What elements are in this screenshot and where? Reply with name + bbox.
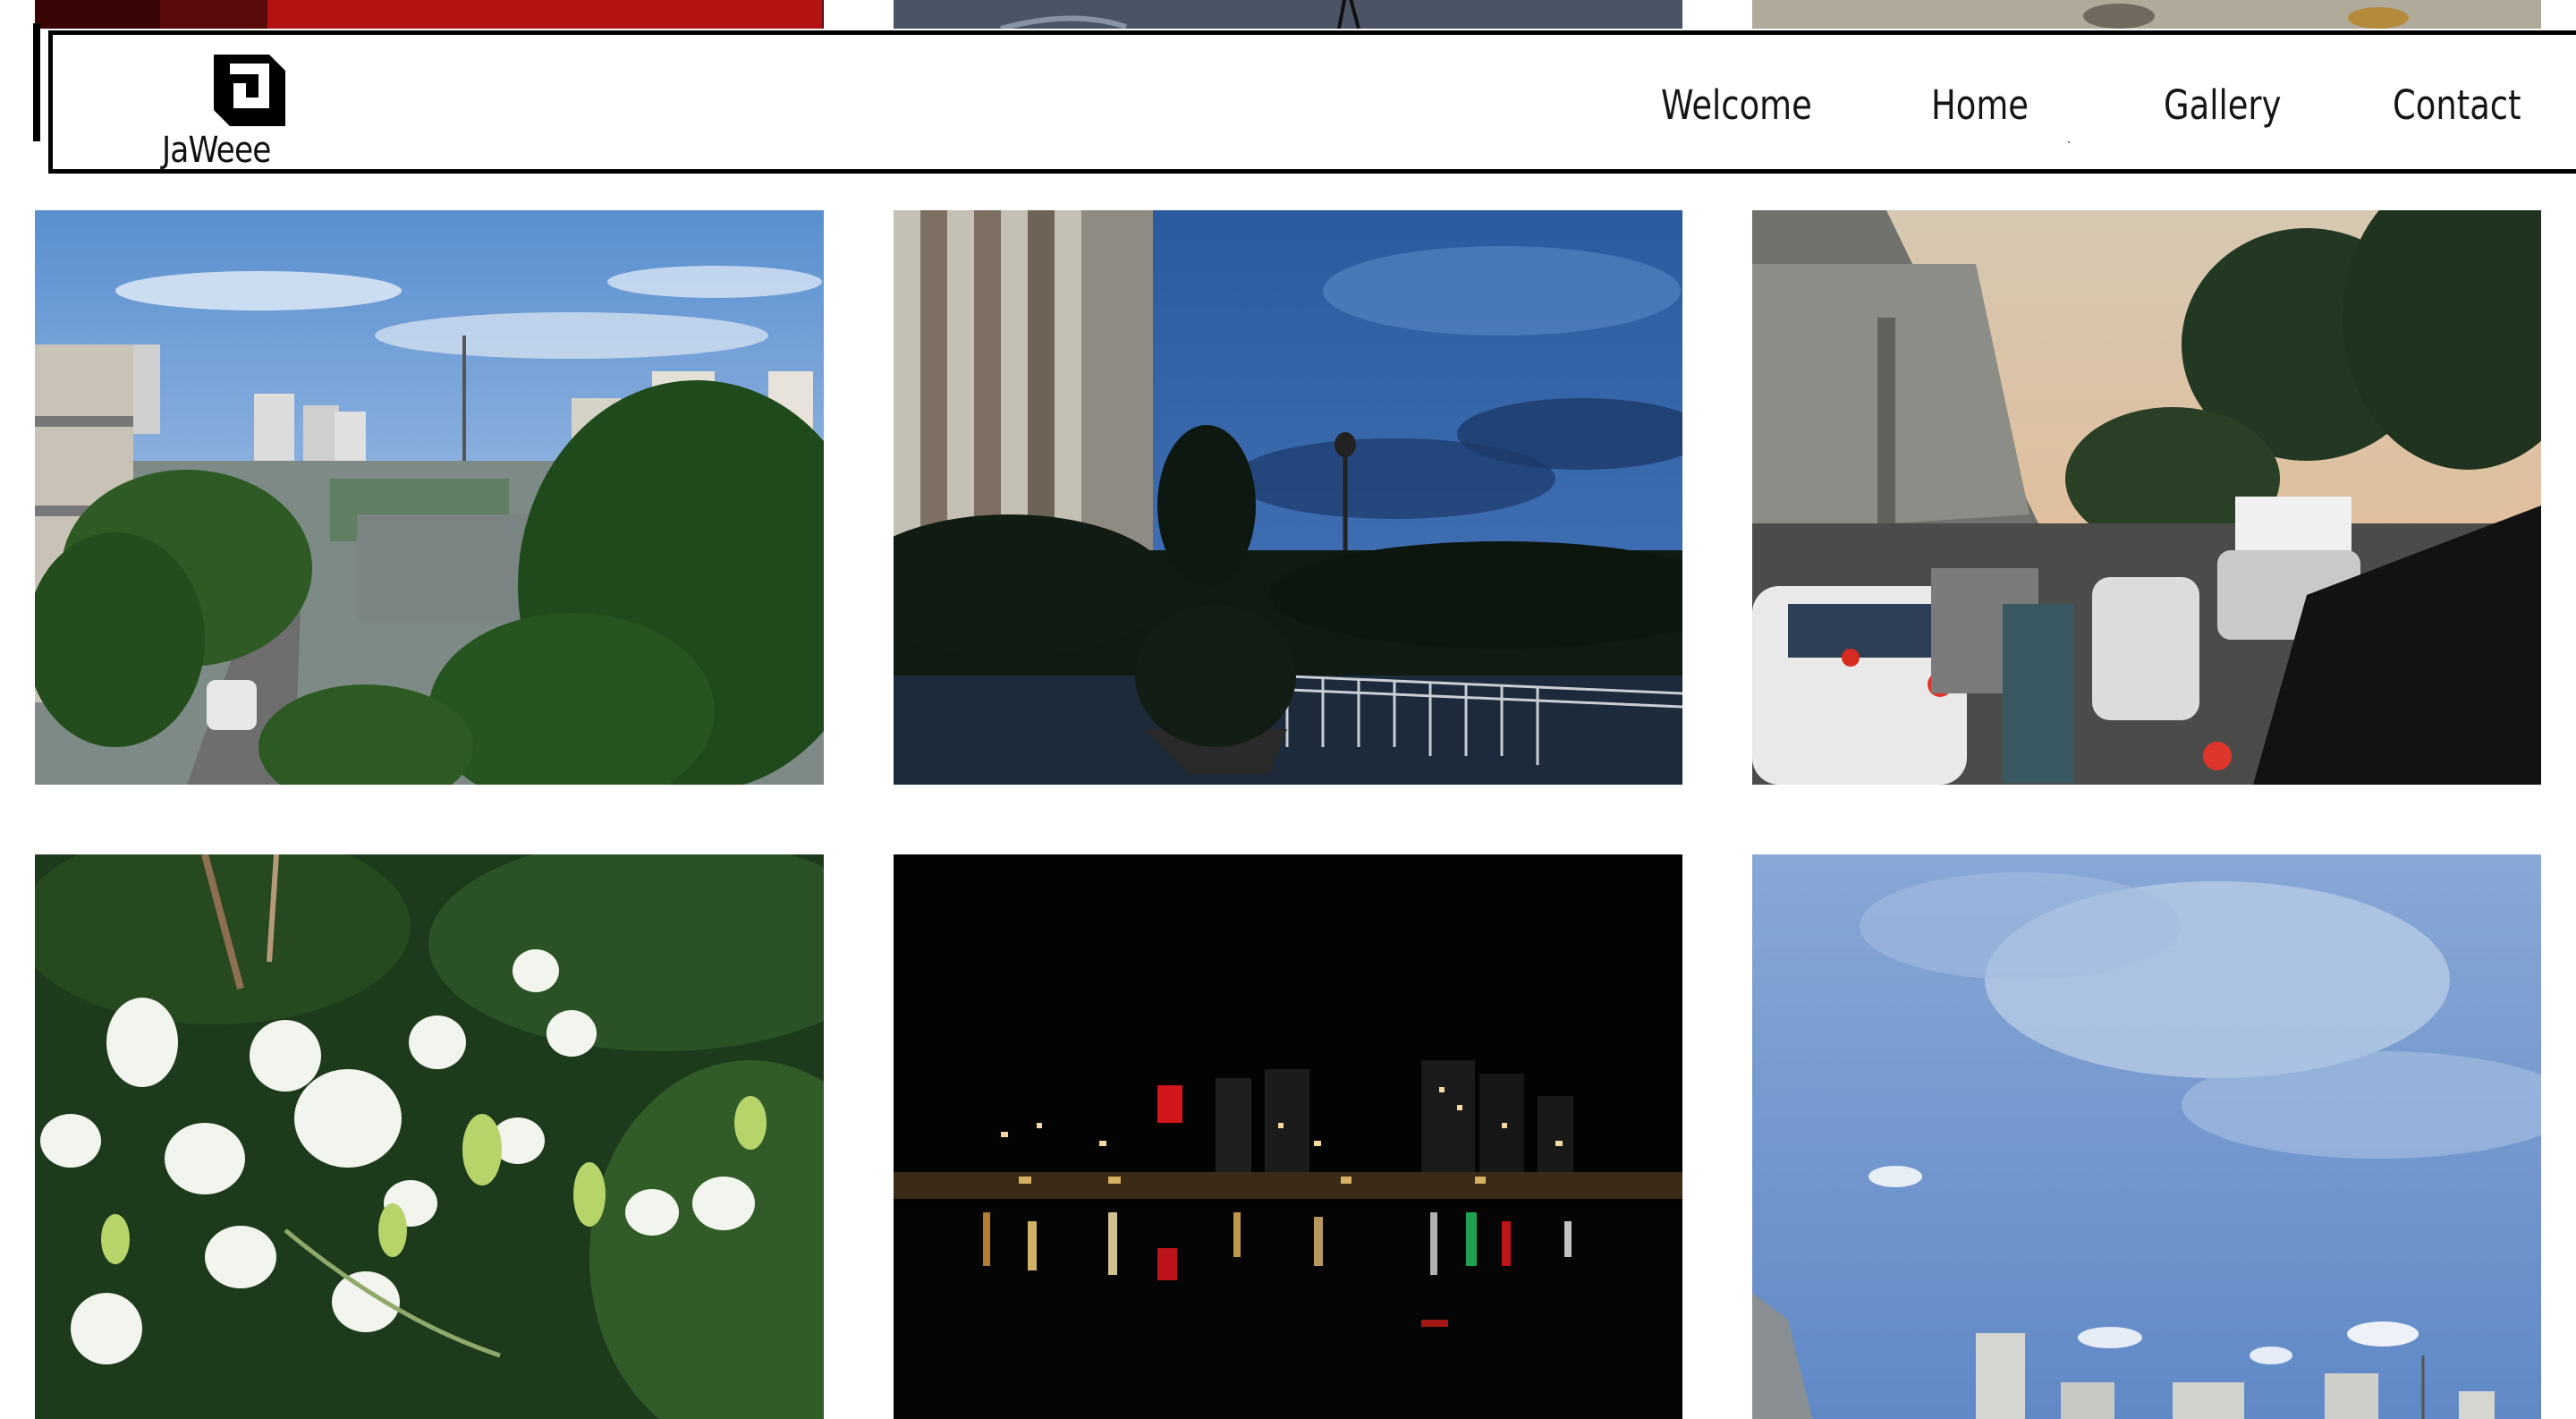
page: JaWeee Welcome Home Gallery Contact [0, 0, 2576, 1419]
site-header: JaWeee Welcome Home Gallery Contact [48, 30, 2576, 174]
nav-divider-dot [2068, 141, 2070, 143]
gallery-photo-high-rise-dusk[interactable] [894, 210, 1682, 785]
nav-item-contact[interactable]: Contact [2393, 81, 2521, 129]
gallery-photo-dark-red-scene[interactable] [35, 0, 824, 29]
header-shadow [33, 23, 40, 141]
gallery-photo-lake-night[interactable] [894, 854, 1682, 1419]
gallery-photo-paved-ground[interactable] [1752, 0, 2541, 29]
gallery-photo-traffic[interactable] [1752, 210, 2541, 785]
gallery-photo-blue-sky[interactable] [1752, 854, 2541, 1419]
nav-item-gallery[interactable]: Gallery [2164, 81, 2281, 129]
gallery-photo-dusk-street[interactable] [894, 0, 1682, 29]
main-nav: Welcome Home Gallery Contact [53, 35, 2576, 169]
nav-item-welcome[interactable]: Welcome [1661, 81, 1812, 129]
gallery-photo-orchids[interactable] [35, 854, 824, 1419]
nav-item-home[interactable]: Home [1931, 81, 2029, 129]
gallery-photo-city-street[interactable] [35, 210, 824, 785]
